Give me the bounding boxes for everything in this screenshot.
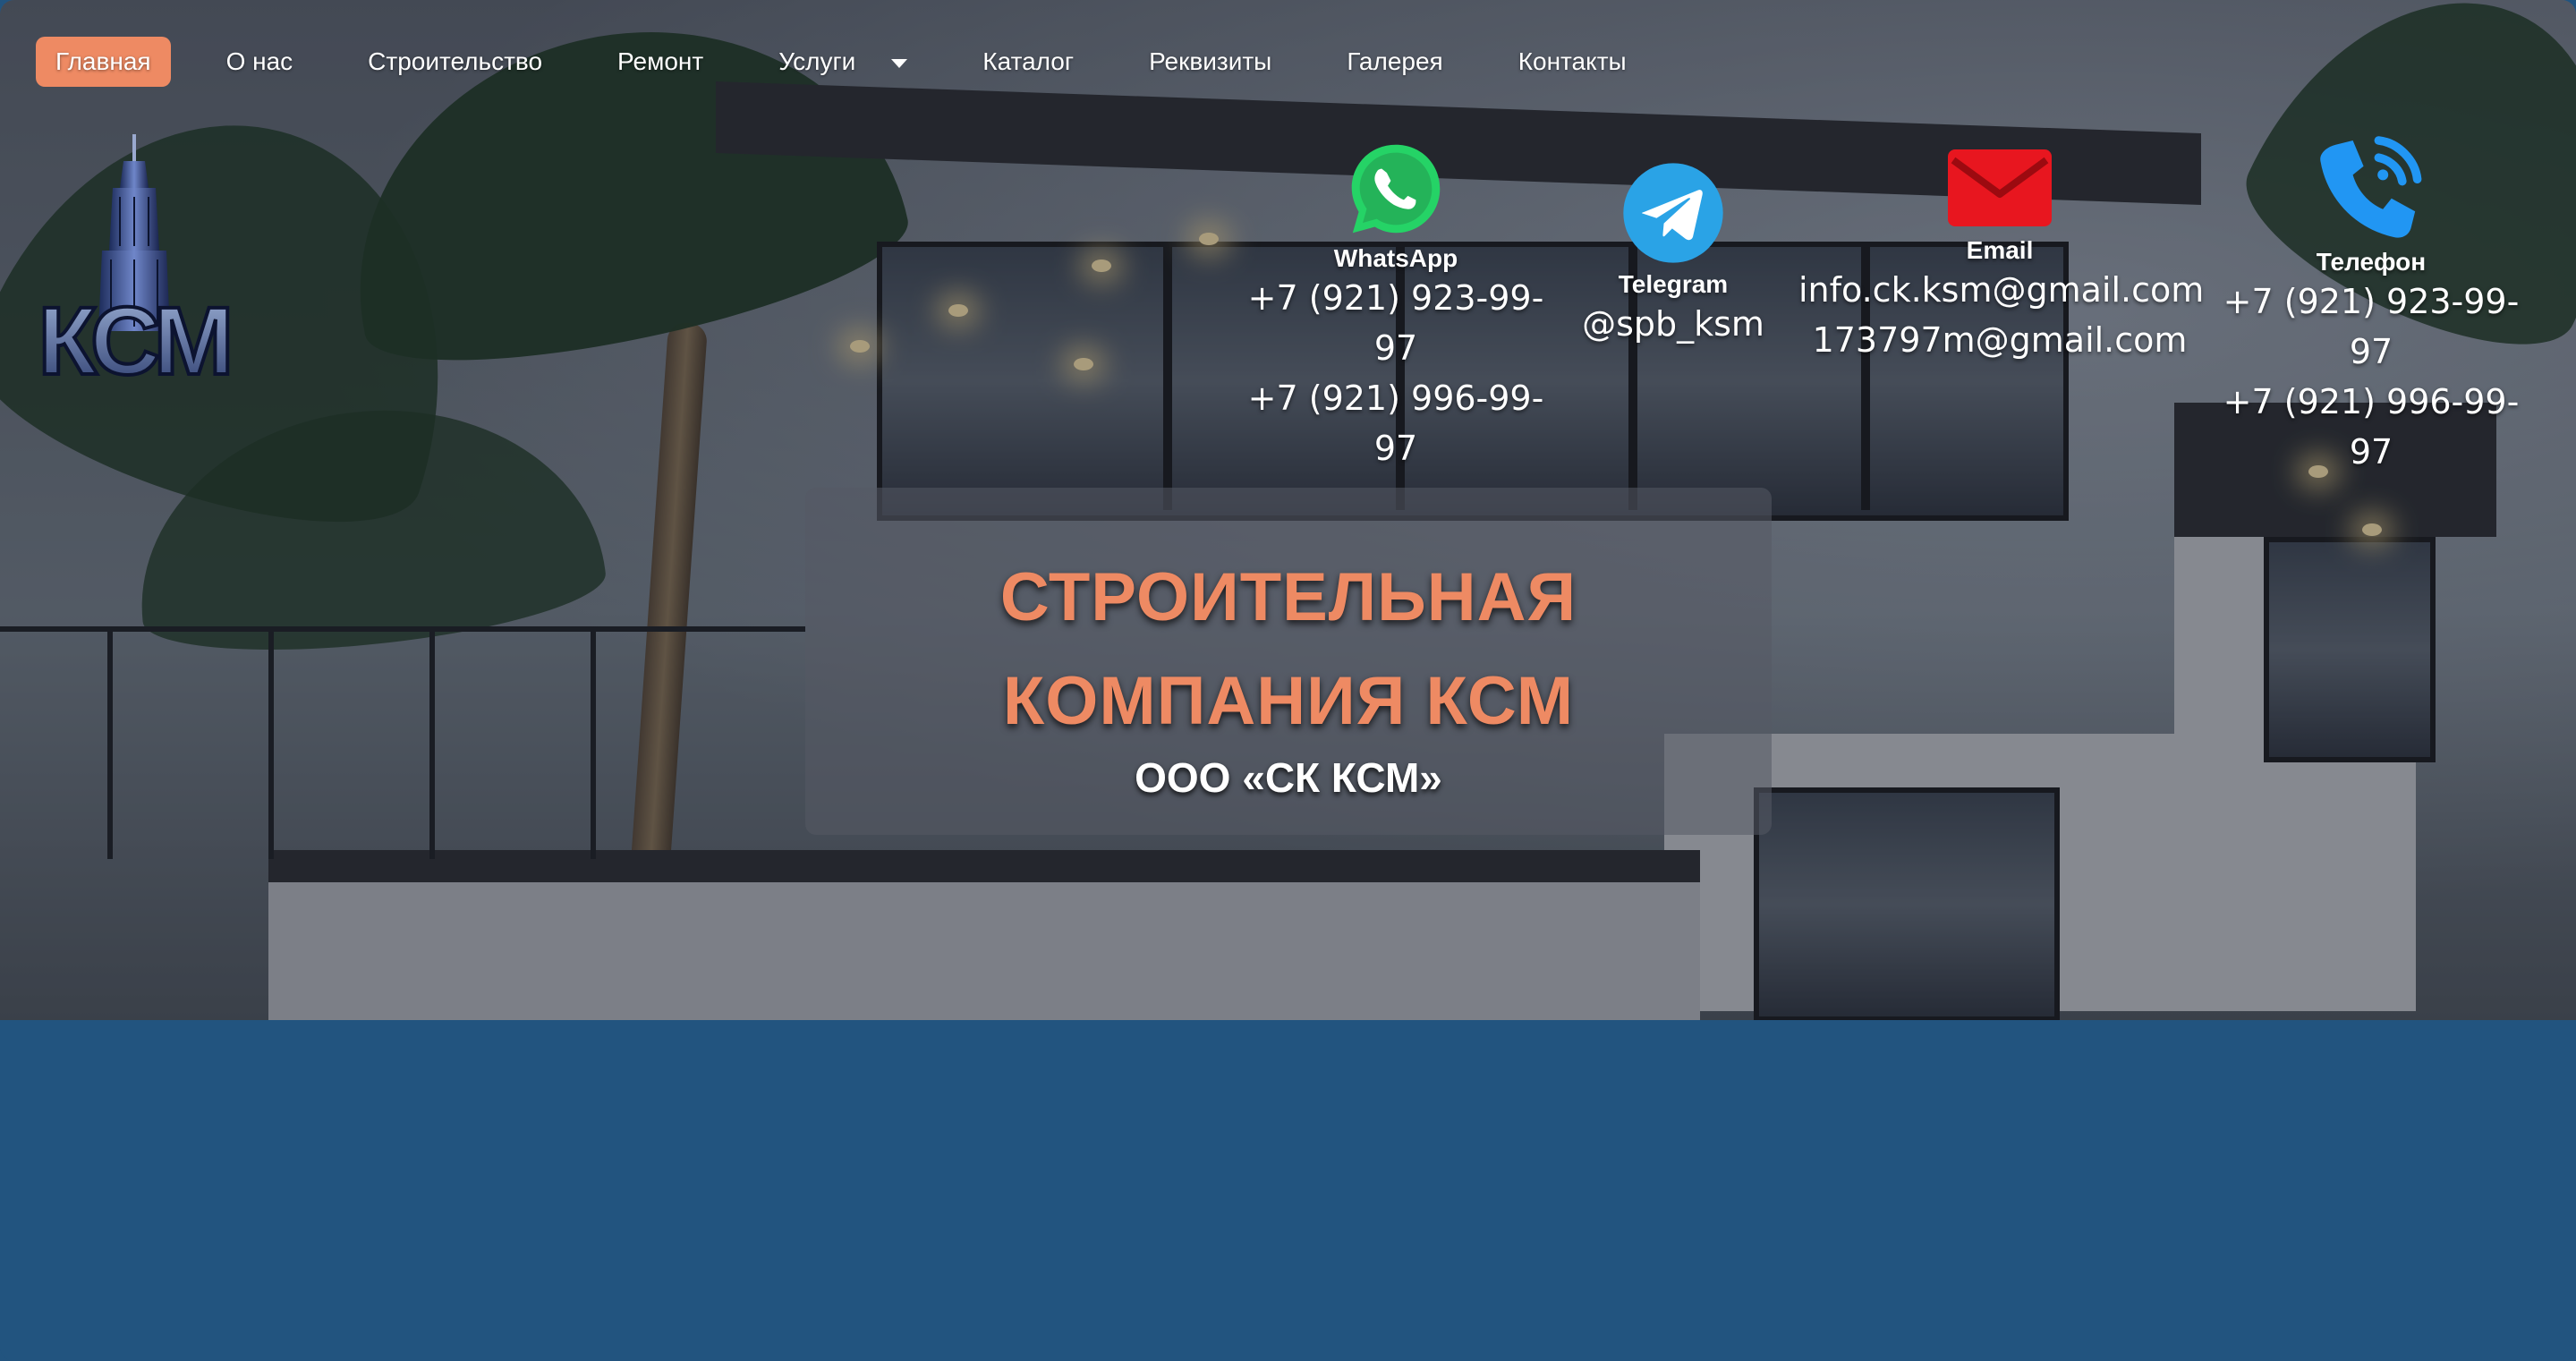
contact-phone-1[interactable]: +7 (921) 923-99-97 (2210, 276, 2532, 377)
contact-phone[interactable]: Телефон +7 (921) 923-99-97 +7 (921) 996-… (2210, 130, 2532, 477)
contact-telegram-label: Telegram (1618, 270, 1729, 298)
skyscraper-logo-icon: КСМ (36, 134, 236, 396)
nav-item-services[interactable]: Услуги (759, 37, 927, 87)
hero-title-line-1: СТРОИТЕЛЬНАЯ (999, 559, 1577, 635)
nav-item-catalog[interactable]: Каталог (963, 37, 1093, 87)
contact-telegram[interactable]: Telegram @spb_ksm (1557, 161, 1790, 349)
nav-item-contacts[interactable]: Контакты (1499, 37, 1646, 87)
chevron-down-icon[interactable] (891, 58, 908, 68)
main-nav: Главная О нас Строительство Ремонт Услуг… (36, 36, 1682, 88)
contact-whatsapp-phone-2[interactable]: +7 (921) 996-99-97 (1244, 373, 1548, 473)
contact-email[interactable]: Email info.ck.ksm@gmail.com 173797m@gmai… (1798, 145, 2204, 365)
nav-item-requisites[interactable]: Реквизиты (1129, 37, 1291, 87)
nav-item-home[interactable]: Главная (36, 37, 171, 87)
phone-icon (2320, 136, 2422, 238)
hero-subtitle: ООО «СК КСМ» (1135, 754, 1442, 801)
contact-email-label: Email (1966, 236, 2034, 264)
content-band (0, 1020, 2576, 1361)
nav-item-about[interactable]: О нас (207, 37, 313, 87)
whatsapp-icon (1351, 144, 1441, 234)
contact-whatsapp-phone-1[interactable]: +7 (921) 923-99-97 (1244, 273, 1548, 373)
logo-text: КСМ (38, 286, 228, 385)
nav-item-services-label: Услуги (778, 47, 856, 75)
contact-telegram-handle[interactable]: @spb_ksm (1557, 299, 1790, 349)
contact-email-2[interactable]: 173797m@gmail.com (1798, 315, 2201, 365)
contact-whatsapp[interactable]: WhatsApp +7 (921) 923-99-97 +7 (921) 996… (1244, 139, 1548, 473)
page-frame: Главная О нас Строительство Ремонт Услуг… (0, 0, 2576, 1361)
envelope-icon (1948, 149, 2052, 226)
contact-phone-2[interactable]: +7 (921) 996-99-97 (2210, 377, 2532, 477)
hero-title: СТРОИТЕЛЬНАЯ КОМПАНИЯ КСМ (805, 546, 1772, 753)
contact-whatsapp-label: WhatsApp (1333, 244, 1458, 272)
contact-email-1[interactable]: info.ck.ksm@gmail.com (1798, 265, 2204, 315)
nav-item-repair[interactable]: Ремонт (598, 37, 723, 87)
nav-item-construction[interactable]: Строительство (348, 37, 562, 87)
hero-title-line-2: КОМПАНИЯ КСМ (1002, 663, 1575, 739)
nav-item-gallery[interactable]: Галерея (1327, 37, 1462, 87)
company-logo[interactable]: КСМ (34, 134, 236, 396)
hero-title-card: СТРОИТЕЛЬНАЯ КОМПАНИЯ КСМ ООО «СК КСМ» (805, 488, 1772, 835)
telegram-icon (1623, 163, 1723, 263)
contact-phone-label: Телефон (2316, 248, 2427, 276)
